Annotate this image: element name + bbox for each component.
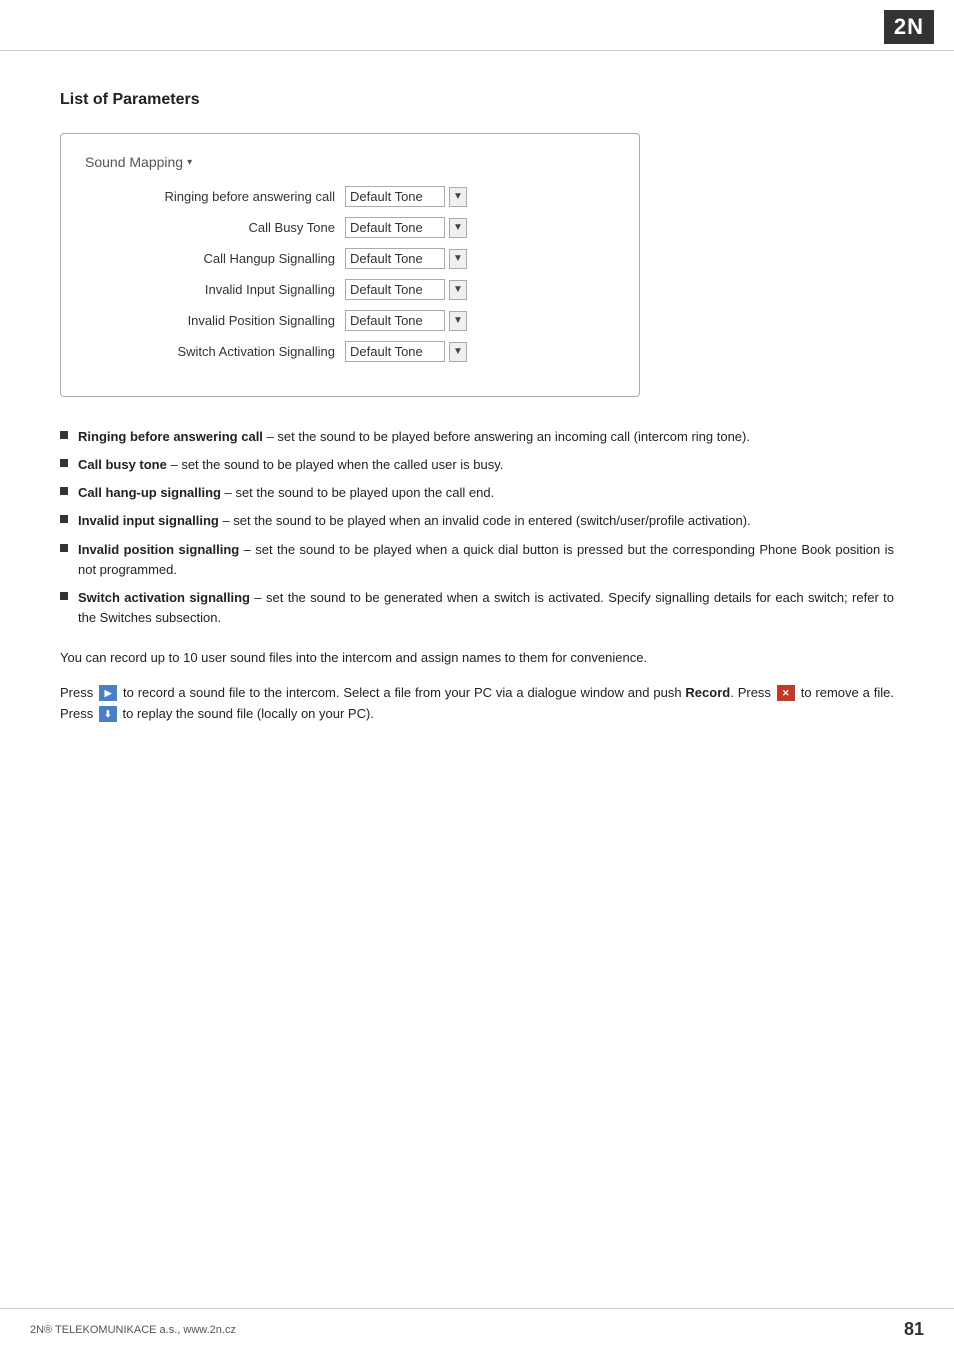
- inline-icon: ▶: [99, 685, 117, 701]
- page-footer: 2N® TELEKOMUNIKACE a.s., www.2n.cz 81: [0, 1308, 954, 1350]
- param-label-5: Switch Activation Signalling: [85, 344, 345, 359]
- list-item-text: Call hang-up signalling – set the sound …: [78, 483, 494, 503]
- inline-icon: ✕: [777, 685, 795, 701]
- param-select-wrapper-5: Default Tone▼: [345, 341, 467, 362]
- list-item-text: Ringing before answering call – set the …: [78, 427, 750, 447]
- list-item: Switch activation signalling – set the s…: [60, 588, 894, 628]
- sound-mapping-title[interactable]: Sound Mapping ▾: [85, 154, 615, 170]
- param-select-wrapper-0: Default Tone▼: [345, 186, 467, 207]
- dropdown-button-2[interactable]: ▼: [449, 249, 467, 269]
- paragraph-1: You can record up to 10 user sound files…: [60, 648, 894, 669]
- list-item-text: Invalid position signalling – set the so…: [78, 540, 894, 580]
- param-row: Invalid Position SignallingDefault Tone▼: [85, 310, 615, 331]
- page-title: List of Parameters: [60, 91, 894, 109]
- param-value-3: Default Tone: [345, 279, 445, 300]
- list-item: Ringing before answering call – set the …: [60, 427, 894, 447]
- list-item: Call busy tone – set the sound to be pla…: [60, 455, 894, 475]
- param-label-0: Ringing before answering call: [85, 189, 345, 204]
- param-select-wrapper-3: Default Tone▼: [345, 279, 467, 300]
- param-select-wrapper-2: Default Tone▼: [345, 248, 467, 269]
- main-content: List of Parameters Sound Mapping ▾ Ringi…: [0, 51, 954, 799]
- param-value-2: Default Tone: [345, 248, 445, 269]
- list-item-text: Switch activation signalling – set the s…: [78, 588, 894, 628]
- param-label-4: Invalid Position Signalling: [85, 313, 345, 328]
- list-item-text: Call busy tone – set the sound to be pla…: [78, 455, 503, 475]
- param-select-wrapper-4: Default Tone▼: [345, 310, 467, 331]
- param-rows-container: Ringing before answering callDefault Ton…: [85, 186, 615, 362]
- param-row: Invalid Input SignallingDefault Tone▼: [85, 279, 615, 300]
- dropdown-button-1[interactable]: ▼: [449, 218, 467, 238]
- dropdown-button-4[interactable]: ▼: [449, 311, 467, 331]
- param-value-5: Default Tone: [345, 341, 445, 362]
- dropdown-button-0[interactable]: ▼: [449, 187, 467, 207]
- footer-page-number: 81: [904, 1319, 924, 1340]
- dropdown-button-5[interactable]: ▼: [449, 342, 467, 362]
- bullet-icon: [60, 592, 68, 600]
- paragraph-2: Press ▶ to record a sound file to the in…: [60, 683, 894, 725]
- param-value-1: Default Tone: [345, 217, 445, 238]
- bullet-icon: [60, 544, 68, 552]
- param-label-1: Call Busy Tone: [85, 220, 345, 235]
- chevron-down-icon: ▾: [187, 157, 192, 168]
- param-row: Call Busy ToneDefault Tone▼: [85, 217, 615, 238]
- param-value-0: Default Tone: [345, 186, 445, 207]
- dropdown-button-3[interactable]: ▼: [449, 280, 467, 300]
- param-row: Switch Activation SignallingDefault Tone…: [85, 341, 615, 362]
- param-select-wrapper-1: Default Tone▼: [345, 217, 467, 238]
- param-row: Ringing before answering callDefault Ton…: [85, 186, 615, 207]
- page-header: 2N: [0, 0, 954, 51]
- param-value-4: Default Tone: [345, 310, 445, 331]
- list-item: Call hang-up signalling – set the sound …: [60, 483, 894, 503]
- param-label-2: Call Hangup Signalling: [85, 251, 345, 266]
- bullet-icon: [60, 431, 68, 439]
- bullet-icon: [60, 487, 68, 495]
- bullet-icon: [60, 459, 68, 467]
- description-list: Ringing before answering call – set the …: [60, 427, 894, 628]
- bullet-icon: [60, 515, 68, 523]
- logo: 2N: [884, 10, 934, 44]
- record-bold: Record: [685, 685, 730, 700]
- sound-mapping-label: Sound Mapping: [85, 154, 183, 170]
- list-item: Invalid position signalling – set the so…: [60, 540, 894, 580]
- footer-company: 2N® TELEKOMUNIKACE a.s., www.2n.cz: [30, 1324, 236, 1336]
- param-label-3: Invalid Input Signalling: [85, 282, 345, 297]
- param-row: Call Hangup SignallingDefault Tone▼: [85, 248, 615, 269]
- list-item-text: Invalid input signalling – set the sound…: [78, 511, 751, 531]
- inline-icon: ⬇: [99, 706, 117, 722]
- sound-mapping-panel: Sound Mapping ▾ Ringing before answering…: [60, 133, 640, 397]
- list-item: Invalid input signalling – set the sound…: [60, 511, 894, 531]
